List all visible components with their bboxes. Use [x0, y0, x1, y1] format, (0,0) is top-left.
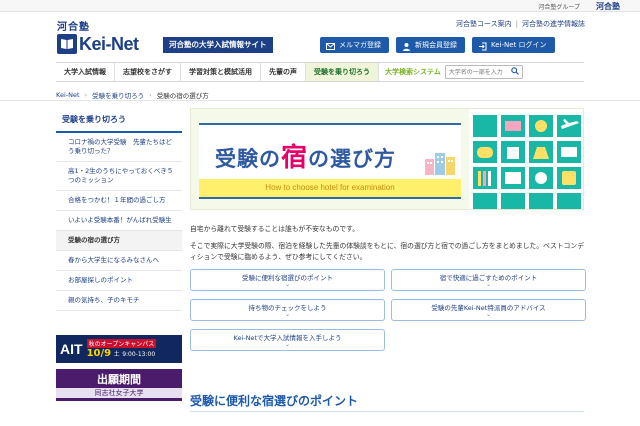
ait-time: 9:00-13:00 [122, 351, 156, 358]
chevron-right-icon: › [84, 91, 88, 99]
sidebar-item-corona[interactable]: コロナ禍の大学受験 先輩たちはどう乗り切った？ [56, 133, 182, 162]
book-icon [57, 34, 77, 54]
nav-item-find-school[interactable]: 志望校をさがす [115, 63, 181, 81]
keinet-logo[interactable]: Kei-Net [57, 32, 159, 56]
anchor-links: 受験に便利な宿選びのポイント ⌄ 宿で快適に過ごすためのポイント ⌄ 持ち物のチェッ… [190, 269, 586, 351]
nav-item-admissions[interactable]: 大学入試情報 [56, 63, 115, 81]
user-add-icon [402, 41, 411, 51]
site-tagline: 河合塾の大学入試情報サイト [163, 37, 273, 53]
doshisha-womens-banner[interactable]: 出願期間 同志社女子大学 [56, 369, 182, 401]
group-text: 河合塾グループ [538, 4, 580, 11]
ait-event: 秋のオープンキャンパス [86, 339, 157, 348]
university-search-input[interactable] [448, 68, 511, 76]
site-header: 河合塾 Kei-Net 河合塾の大学入試情報サイト 河合塾コース案内 | 河合塾の進… [0, 12, 640, 62]
hero-title: 受験の宿の選び方 [215, 143, 397, 173]
sidebar-item-missions[interactable]: 高1・2生のうちにやっておくべき５つのミッション [56, 162, 182, 191]
university-search-label: 大学検索システム [385, 68, 441, 76]
mail-icon [326, 41, 335, 50]
chevron-right-icon: › [149, 91, 152, 99]
divider [190, 411, 584, 412]
intro-text: 自宅から離れて受験することは誰もが不安なものです。 そこで実際に大学受験の際、宿… [190, 224, 584, 263]
search-icon[interactable] [511, 67, 519, 77]
login-button[interactable]: Kei-Net ログイン [472, 37, 555, 53]
divider [0, 100, 640, 101]
hero-subtitle: How to choose hotel for examination [199, 179, 461, 197]
building-icon [425, 153, 455, 175]
breadcrumb-home[interactable]: Kei-Net [56, 91, 80, 99]
anchor-keinet-info[interactable]: Kei-Netで大学入試情報を入手しよう ⌄ [190, 329, 385, 351]
hero-illustration [469, 109, 583, 209]
breadcrumb-current: 受験の宿の選び方 [156, 92, 209, 100]
chevron-down-icon: ⌄ [284, 281, 291, 288]
header-buttons: メルマガ登録 新規会員登録 Kei-Net ログイン [320, 37, 555, 53]
breadcrumb: Kei-Net › 受験を乗り切ろう › 受験の宿の選び方 [56, 90, 209, 100]
sidebar-item-year-plan[interactable]: 合格をつかむ！１年間の過ごし方 [56, 191, 182, 211]
chevron-down-icon: ⌄ [485, 281, 492, 288]
sidebar-item-parents[interactable]: 親の気持ち、子のキモチ [56, 291, 182, 311]
sidebar-item-hotel[interactable]: 受験の宿の選び方 [56, 231, 182, 251]
ait-open-campus-banner[interactable]: AIT 秋のオープンキャンパス 10/9 土 9:00-13:00 [56, 335, 182, 363]
sidebar-item-room-search[interactable]: お部屋探しのポイント [56, 271, 182, 291]
global-nav: 大学入試情報 志望校をさがす 学習対策と模試活用 先輩の声 受験を乗り切ろう 大… [56, 62, 584, 82]
register-button[interactable]: 新規会員登録 [396, 37, 465, 53]
main-content: 受験の宿の選び方 How to choose hotel for examina… [190, 108, 586, 351]
ait-date: 10/9 [86, 348, 112, 359]
chevron-down-icon: ⌄ [284, 311, 291, 318]
dwc-title: 出願期間 [97, 373, 141, 386]
university-search-box [444, 65, 523, 79]
nav-item-study[interactable]: 学習対策と模試活用 [181, 63, 261, 81]
anchor-checklist[interactable]: 持ち物のチェックをしよう ⌄ [190, 299, 385, 321]
header-top-links: 河合塾コース案内 | 河合塾の進学情報誌 [455, 20, 585, 28]
sidebar-title[interactable]: 受験を乗り切ろう [56, 108, 182, 133]
login-icon [478, 41, 487, 50]
login-label: Kei-Net ログイン [491, 41, 547, 49]
top-strip: 河合塾グループ 河合塾 [0, 0, 640, 12]
group-logo[interactable]: 河合塾 [596, 1, 620, 12]
mail-magazine-button[interactable]: メルマガ登録 [320, 37, 389, 53]
sidebar-item-exam-day[interactable]: いよいよ受験本番！がんばれ受験生 [56, 211, 182, 231]
section-heading: 受験に便利な宿選びのポイント [190, 394, 359, 408]
register-label: 新規会員登録 [415, 41, 457, 49]
mail-magazine-label: メルマガ登録 [339, 41, 381, 49]
intro-paragraph: そこで実際に大学受験の際、宿泊を経験した先輩の体験談をもとに、宿の選び方と宿での… [190, 242, 585, 261]
kawaijuku-logo[interactable]: 河合塾 [57, 18, 90, 33]
sidebar: 受験を乗り切ろう コロナ禍の大学受験 先輩たちはどう乗り切った？ 高1・2生のう… [56, 108, 182, 401]
breadcrumb-section[interactable]: 受験を乗り切ろう [92, 90, 144, 100]
course-guide-link[interactable]: 河合塾コース案内 [456, 20, 512, 28]
dwc-school: 同志社女子大学 [56, 388, 182, 398]
hero-banner: 受験の宿の選び方 How to choose hotel for examina… [190, 108, 584, 210]
intro-paragraph: 自宅から離れて受験することは誰もが不安なものです。 [190, 225, 360, 233]
sidebar-item-new-students[interactable]: 春から大学生になるみなさんへ [56, 251, 182, 271]
chevron-down-icon: ⌄ [485, 311, 492, 318]
anchor-hotel-points[interactable]: 受験に便利な宿選びのポイント ⌄ [190, 269, 385, 291]
anchor-advice[interactable]: 受験の先輩Kei-Net特派員のアドバイス ⌄ [391, 299, 586, 321]
ait-day: 土 [113, 351, 120, 358]
anchor-comfort-points[interactable]: 宿で快適に過ごすためのポイント ⌄ [391, 269, 586, 291]
magazine-link[interactable]: 河合塾の進学情報誌 [522, 20, 585, 28]
logo-text: Kei-Net [79, 33, 139, 54]
ait-logo: AIT [60, 341, 83, 357]
nav-item-get-through[interactable]: 受験を乗り切ろう [306, 63, 379, 81]
chevron-down-icon: ⌄ [284, 341, 291, 348]
nav-item-seniors[interactable]: 先輩の声 [261, 63, 306, 81]
